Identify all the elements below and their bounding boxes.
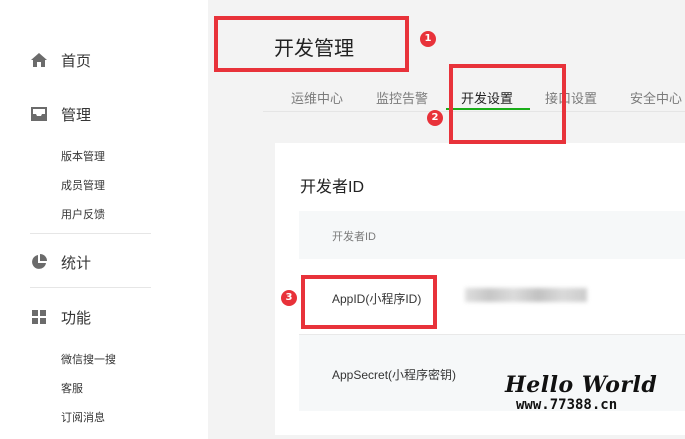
highlight-box-appid <box>301 275 437 329</box>
sidebar-item-manage[interactable]: 管理 <box>30 102 91 126</box>
watermark-url: www.77388.cn <box>516 397 618 413</box>
sidebar-item-stats[interactable]: 统计 <box>30 250 91 274</box>
pie-chart-icon <box>30 253 48 271</box>
sidebar-item-label: 管理 <box>61 106 92 124</box>
sidebar-item-customer-service[interactable]: 客服 <box>61 380 83 396</box>
tab-ops-center[interactable]: 运维中心 <box>291 88 343 107</box>
sidebar-item-label: 首页 <box>61 52 92 70</box>
home-icon <box>30 51 48 69</box>
sidebar: 首页 管理 版本管理 成员管理 用户反馈 统计 功能 微信搜一搜 客服 订阅消息 <box>0 0 208 439</box>
annotation-badge-3: 3 <box>281 290 297 306</box>
highlight-box-dev-settings-tab <box>449 64 566 144</box>
sidebar-divider <box>30 233 151 234</box>
appid-value-redacted <box>465 288 587 302</box>
sidebar-item-member-manage[interactable]: 成员管理 <box>61 177 105 193</box>
annotation-badge-2: 2 <box>427 110 443 126</box>
tab-security-center[interactable]: 安全中心 <box>630 88 682 107</box>
appsecret-label: AppSecret(小程序密钥) <box>332 368 457 382</box>
sidebar-item-subscribe-message[interactable]: 订阅消息 <box>61 409 105 425</box>
sidebar-divider <box>30 287 151 288</box>
sidebar-item-features[interactable]: 功能 <box>30 305 91 329</box>
sidebar-item-label: 统计 <box>61 254 92 272</box>
table-header: 开发者ID <box>299 211 685 259</box>
sidebar-item-user-feedback[interactable]: 用户反馈 <box>61 206 105 222</box>
sidebar-item-label: 功能 <box>61 309 92 327</box>
tab-monitor-alert[interactable]: 监控告警 <box>376 88 428 107</box>
table-header-label: 开发者ID <box>332 231 376 243</box>
card-title: 开发者ID <box>300 179 365 196</box>
annotation-badge-1: 1 <box>420 31 436 47</box>
sidebar-item-version-manage[interactable]: 版本管理 <box>61 148 105 164</box>
inbox-icon <box>30 105 48 123</box>
highlight-box-title <box>214 16 409 72</box>
watermark-title: Hello World <box>505 372 658 398</box>
sidebar-item-wechat-search[interactable]: 微信搜一搜 <box>61 351 116 367</box>
grid-icon <box>30 308 48 326</box>
sidebar-item-home[interactable]: 首页 <box>30 48 91 72</box>
